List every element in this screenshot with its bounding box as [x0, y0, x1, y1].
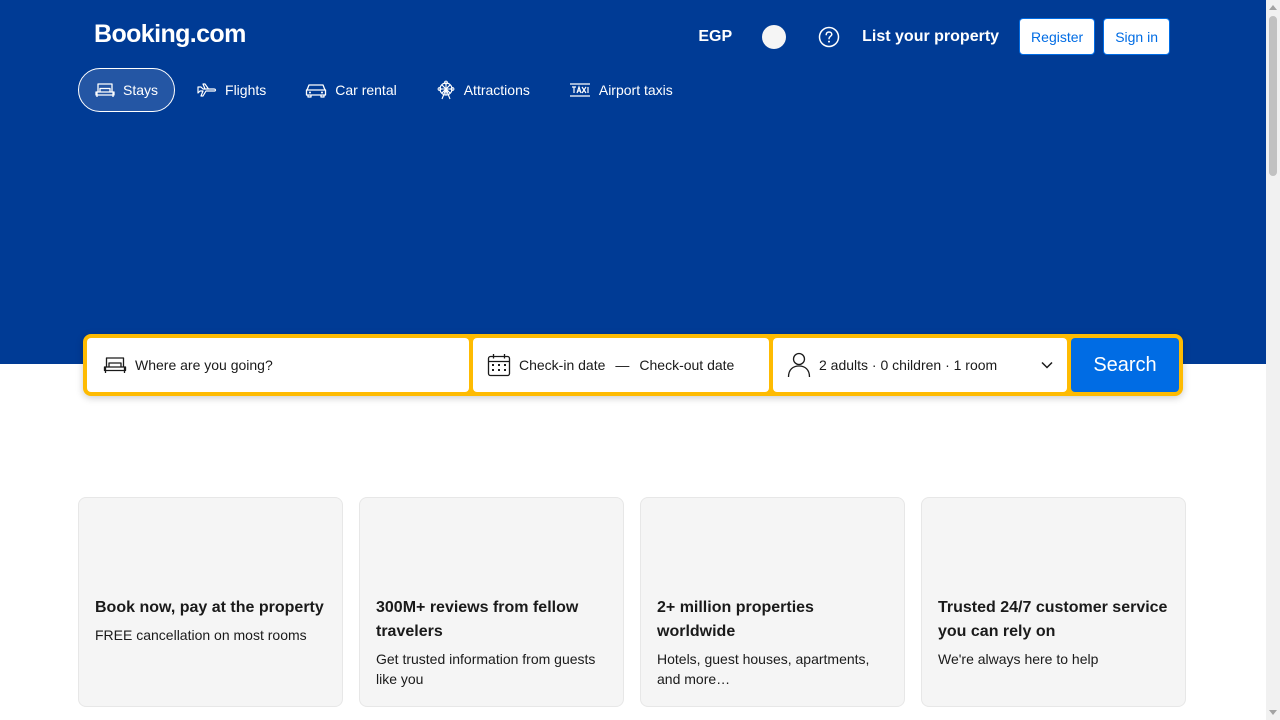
tab-attractions[interactable]: Attractions [419, 68, 547, 112]
chevron-down-icon [1041, 361, 1053, 369]
card-text: We're always here to help [938, 651, 1099, 667]
card-title: Book now, pay at the property [95, 599, 324, 616]
page: Booking.com EGP List your property Regis… [0, 0, 1280, 720]
bed-icon [95, 83, 115, 97]
card-text: Get trusted information from guests like… [376, 651, 596, 687]
check-in-date: Check-in date [519, 357, 606, 373]
usp-card: Book now, pay at the property FREE cance… [78, 497, 343, 707]
card-text: FREE cancellation on most rooms [95, 627, 307, 643]
card-title: 2+ million properties worldwide [657, 599, 814, 640]
usp-cards: Book now, pay at the property FREE cance… [78, 497, 1186, 707]
destination-placeholder: Where are you going? [135, 357, 273, 373]
list-property-link[interactable]: List your property [862, 28, 999, 46]
top-actions: EGP List your property Register Sign in [698, 18, 1170, 55]
product-nav: Stays Flights Car rental Attractions Air… [78, 68, 695, 112]
sign-in-button[interactable]: Sign in [1103, 18, 1170, 55]
calendar-icon [487, 354, 511, 377]
header-hero: Booking.com EGP List your property Regis… [0, 0, 1266, 364]
bed-icon [103, 357, 127, 373]
card-title: 300M+ reviews from fellow travelers [376, 599, 579, 640]
taxi-icon [569, 83, 590, 97]
plane-icon [197, 83, 217, 97]
car-icon [306, 84, 327, 98]
scrollbar-thumb[interactable] [1269, 16, 1277, 176]
destination-input[interactable]: Where are you going? [87, 338, 469, 392]
usp-card: Trusted 24/7 customer service you can re… [921, 497, 1186, 707]
tab-flights[interactable]: Flights [180, 68, 283, 112]
occupancy-selector[interactable]: 2 adults · 0 children · 1 room [773, 338, 1067, 392]
tab-stays[interactable]: Stays [78, 68, 176, 112]
language-flag-icon[interactable] [762, 24, 787, 49]
usp-card: 2+ million properties worldwide Hotels, … [640, 497, 905, 707]
search-button[interactable]: Search [1071, 338, 1179, 392]
check-out-date: Check-out date [639, 357, 735, 373]
tab-label: Flights [225, 82, 267, 98]
tab-car-rental[interactable]: Car rental [288, 68, 413, 112]
tab-label: Car rental [335, 82, 397, 98]
usp-card: 300M+ reviews from fellow travelers Get … [359, 497, 624, 707]
tab-label: Airport taxis [598, 82, 673, 98]
booking-logo[interactable]: Booking.com [94, 20, 246, 49]
register-button[interactable]: Register [1019, 18, 1096, 55]
occupancy-text: 2 adults · 0 children · 1 room [819, 357, 998, 373]
tab-airport-taxis[interactable]: Airport taxis [552, 68, 690, 112]
scroll-up-arrow-icon[interactable] [1269, 5, 1277, 10]
search-bar: Where are you going? Check-in date — Che… [83, 334, 1183, 396]
card-title: Trusted 24/7 customer service you can re… [938, 599, 1168, 640]
help-button[interactable] [818, 26, 840, 48]
currency-selector[interactable]: EGP [698, 28, 732, 46]
card-text: Hotels, guest houses, apartments, and mo… [657, 651, 870, 687]
scroll-down-arrow-icon[interactable] [1269, 710, 1277, 715]
date-picker[interactable]: Check-in date — Check-out date [473, 338, 769, 392]
tab-label: Attractions [463, 82, 530, 98]
date-separator: — [615, 357, 630, 373]
page-scrollbar[interactable] [1266, 0, 1280, 720]
question-circle-icon [818, 26, 840, 47]
person-icon [787, 352, 811, 378]
tab-label: Stays [123, 82, 159, 98]
ferris-wheel-icon [437, 80, 455, 100]
